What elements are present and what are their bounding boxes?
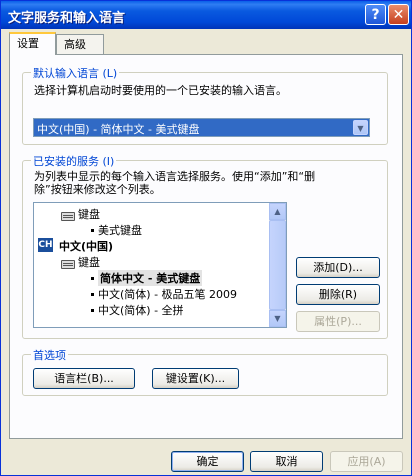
remove-button[interactable]: 删除(R): [296, 284, 380, 305]
close-button[interactable]: ✕: [388, 4, 409, 25]
tree-node-keyboard-2[interactable]: 键盘: [78, 254, 100, 270]
cancel-button[interactable]: 取消: [250, 451, 323, 472]
help-button[interactable]: ?: [365, 4, 386, 25]
tree-node-language[interactable]: 中文(中国): [59, 238, 113, 254]
tree-node-selected-item[interactable]: 简体中文 - 美式键盘: [98, 270, 203, 286]
default-language-select[interactable]: 中文(中国) - 简体中文 - 美式键盘 ▼: [33, 118, 370, 137]
tree-node-item-wubi[interactable]: 中文(简体) - 极品五笔 2009: [98, 286, 237, 302]
preferences-legend: 首选项: [31, 347, 68, 363]
add-button[interactable]: 添加(D)...: [296, 257, 380, 278]
scroll-down-icon[interactable]: ▼: [269, 310, 286, 327]
tree-scrollbar[interactable]: ▲ ▼: [269, 203, 286, 327]
window-title: 文字服务和输入语言: [8, 11, 126, 26]
keyboard-icon: [61, 212, 75, 221]
properties-button[interactable]: 属性(P)...: [296, 311, 380, 332]
ok-button[interactable]: 确定: [171, 451, 244, 472]
language-bar-button[interactable]: 语言栏(B)...: [33, 368, 135, 389]
apply-button[interactable]: 应用(A): [330, 451, 403, 472]
tree-node-item-quanpin[interactable]: 中文(简体) - 全拼: [98, 302, 184, 318]
default-language-legend: 默认输入语言 (L): [31, 65, 120, 81]
keyboard-icon: [61, 260, 75, 269]
tab-settings[interactable]: 设置: [9, 32, 56, 55]
tree-node-keyboard[interactable]: 键盘: [78, 206, 100, 222]
language-badge-icon: CH: [38, 238, 53, 252]
default-language-description: 选择计算机启动时要使用的一个已安装的输入语言。: [34, 84, 287, 97]
key-settings-button[interactable]: 键设置(K)...: [152, 368, 239, 389]
installed-services-legend: 已安装的服务 (I): [31, 153, 117, 169]
services-tree[interactable]: 键盘 美式键盘 CH 中文(中国) 键盘 简体中文 - 美式键盘 中文(简体) …: [33, 202, 287, 328]
tree-node-us-keyboard[interactable]: 美式键盘: [98, 222, 142, 238]
bullet-icon: [91, 309, 94, 312]
scroll-thumb[interactable]: [269, 220, 286, 310]
default-language-value: 中文(中国) - 简体中文 - 美式键盘: [37, 123, 200, 136]
bullet-icon: [91, 277, 94, 280]
dialog-window: 文字服务和输入语言 ? ✕ 设置 高级 默认输入语言 (L) 选择计算机启动时要…: [0, 0, 412, 476]
tab-advanced[interactable]: 高级: [56, 34, 104, 54]
title-bar[interactable]: 文字服务和输入语言 ? ✕: [1, 1, 411, 29]
scroll-up-icon[interactable]: ▲: [269, 203, 286, 220]
chevron-down-icon[interactable]: ▼: [353, 120, 368, 135]
bullet-icon: [91, 293, 94, 296]
bullet-icon: [91, 229, 94, 232]
installed-services-description-2: 除”按钮来修改这个列表。: [34, 183, 161, 196]
